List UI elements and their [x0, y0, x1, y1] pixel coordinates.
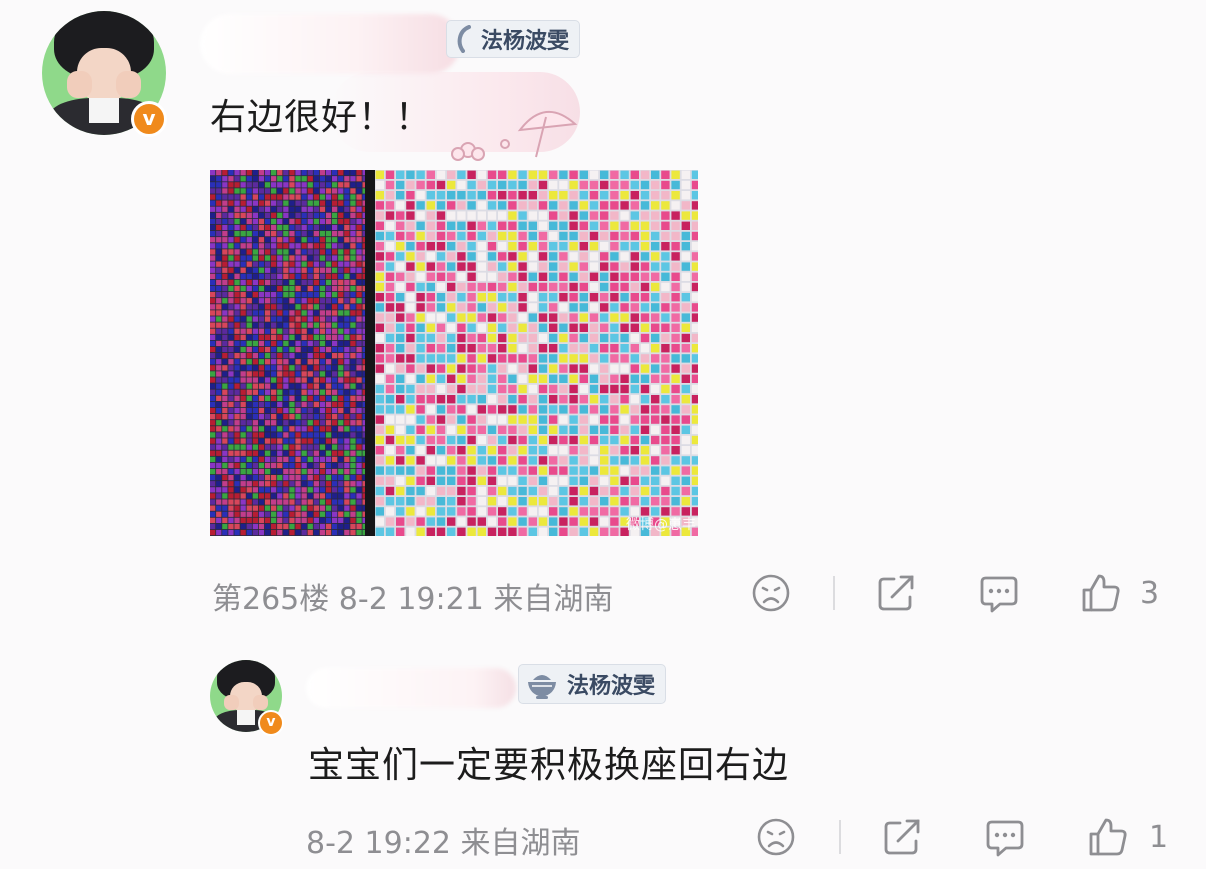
like-button[interactable]: 3: [1080, 572, 1159, 614]
share-icon: [884, 819, 920, 855]
sad-face-icon: [752, 574, 790, 612]
thumb-up-icon: [1082, 574, 1120, 612]
divider: [833, 576, 835, 610]
sad-face-icon: [757, 818, 795, 856]
like-count: 3: [1140, 575, 1160, 611]
verified-badge-icon: v: [258, 710, 284, 736]
share-button[interactable]: [882, 817, 924, 857]
comment-meta: 8-2 19:22 来自湖南: [306, 826, 581, 861]
username[interactable]: [200, 14, 460, 74]
share-icon: [878, 575, 914, 611]
medal-label: 法杨波雯: [481, 29, 570, 54]
image-watermark: 微博@崽丰: [626, 517, 696, 533]
comment-image[interactable]: [210, 170, 698, 536]
dislike-button[interactable]: [751, 573, 791, 613]
username[interactable]: [306, 668, 516, 708]
dislike-button[interactable]: [756, 817, 796, 857]
rice-bowl-icon: [453, 25, 487, 53]
fan-medal[interactable]: 法杨波雯: [446, 20, 581, 58]
thumb-up-icon: [1089, 818, 1127, 856]
comment-bubble-icon: [980, 576, 1018, 613]
like-count: 1: [1149, 819, 1169, 855]
comment-meta: 第265楼 8-2 19:21 来自湖南: [212, 582, 614, 617]
like-button[interactable]: 1: [1087, 816, 1168, 858]
share-button[interactable]: [876, 573, 918, 613]
reply-button[interactable]: [978, 573, 1020, 615]
rice-bowl-icon: [525, 670, 559, 699]
reply-button[interactable]: [984, 817, 1026, 859]
verified-badge-icon: v: [131, 101, 167, 137]
fan-medal[interactable]: 法杨波雯: [518, 664, 667, 704]
medal-label: 法杨波雯: [567, 674, 656, 699]
comment-text: 右边很好！！: [210, 97, 433, 138]
comment-bubble-icon: [986, 820, 1024, 857]
divider: [839, 820, 841, 854]
comment-text: 宝宝们一定要积极换座回右边: [308, 745, 790, 786]
